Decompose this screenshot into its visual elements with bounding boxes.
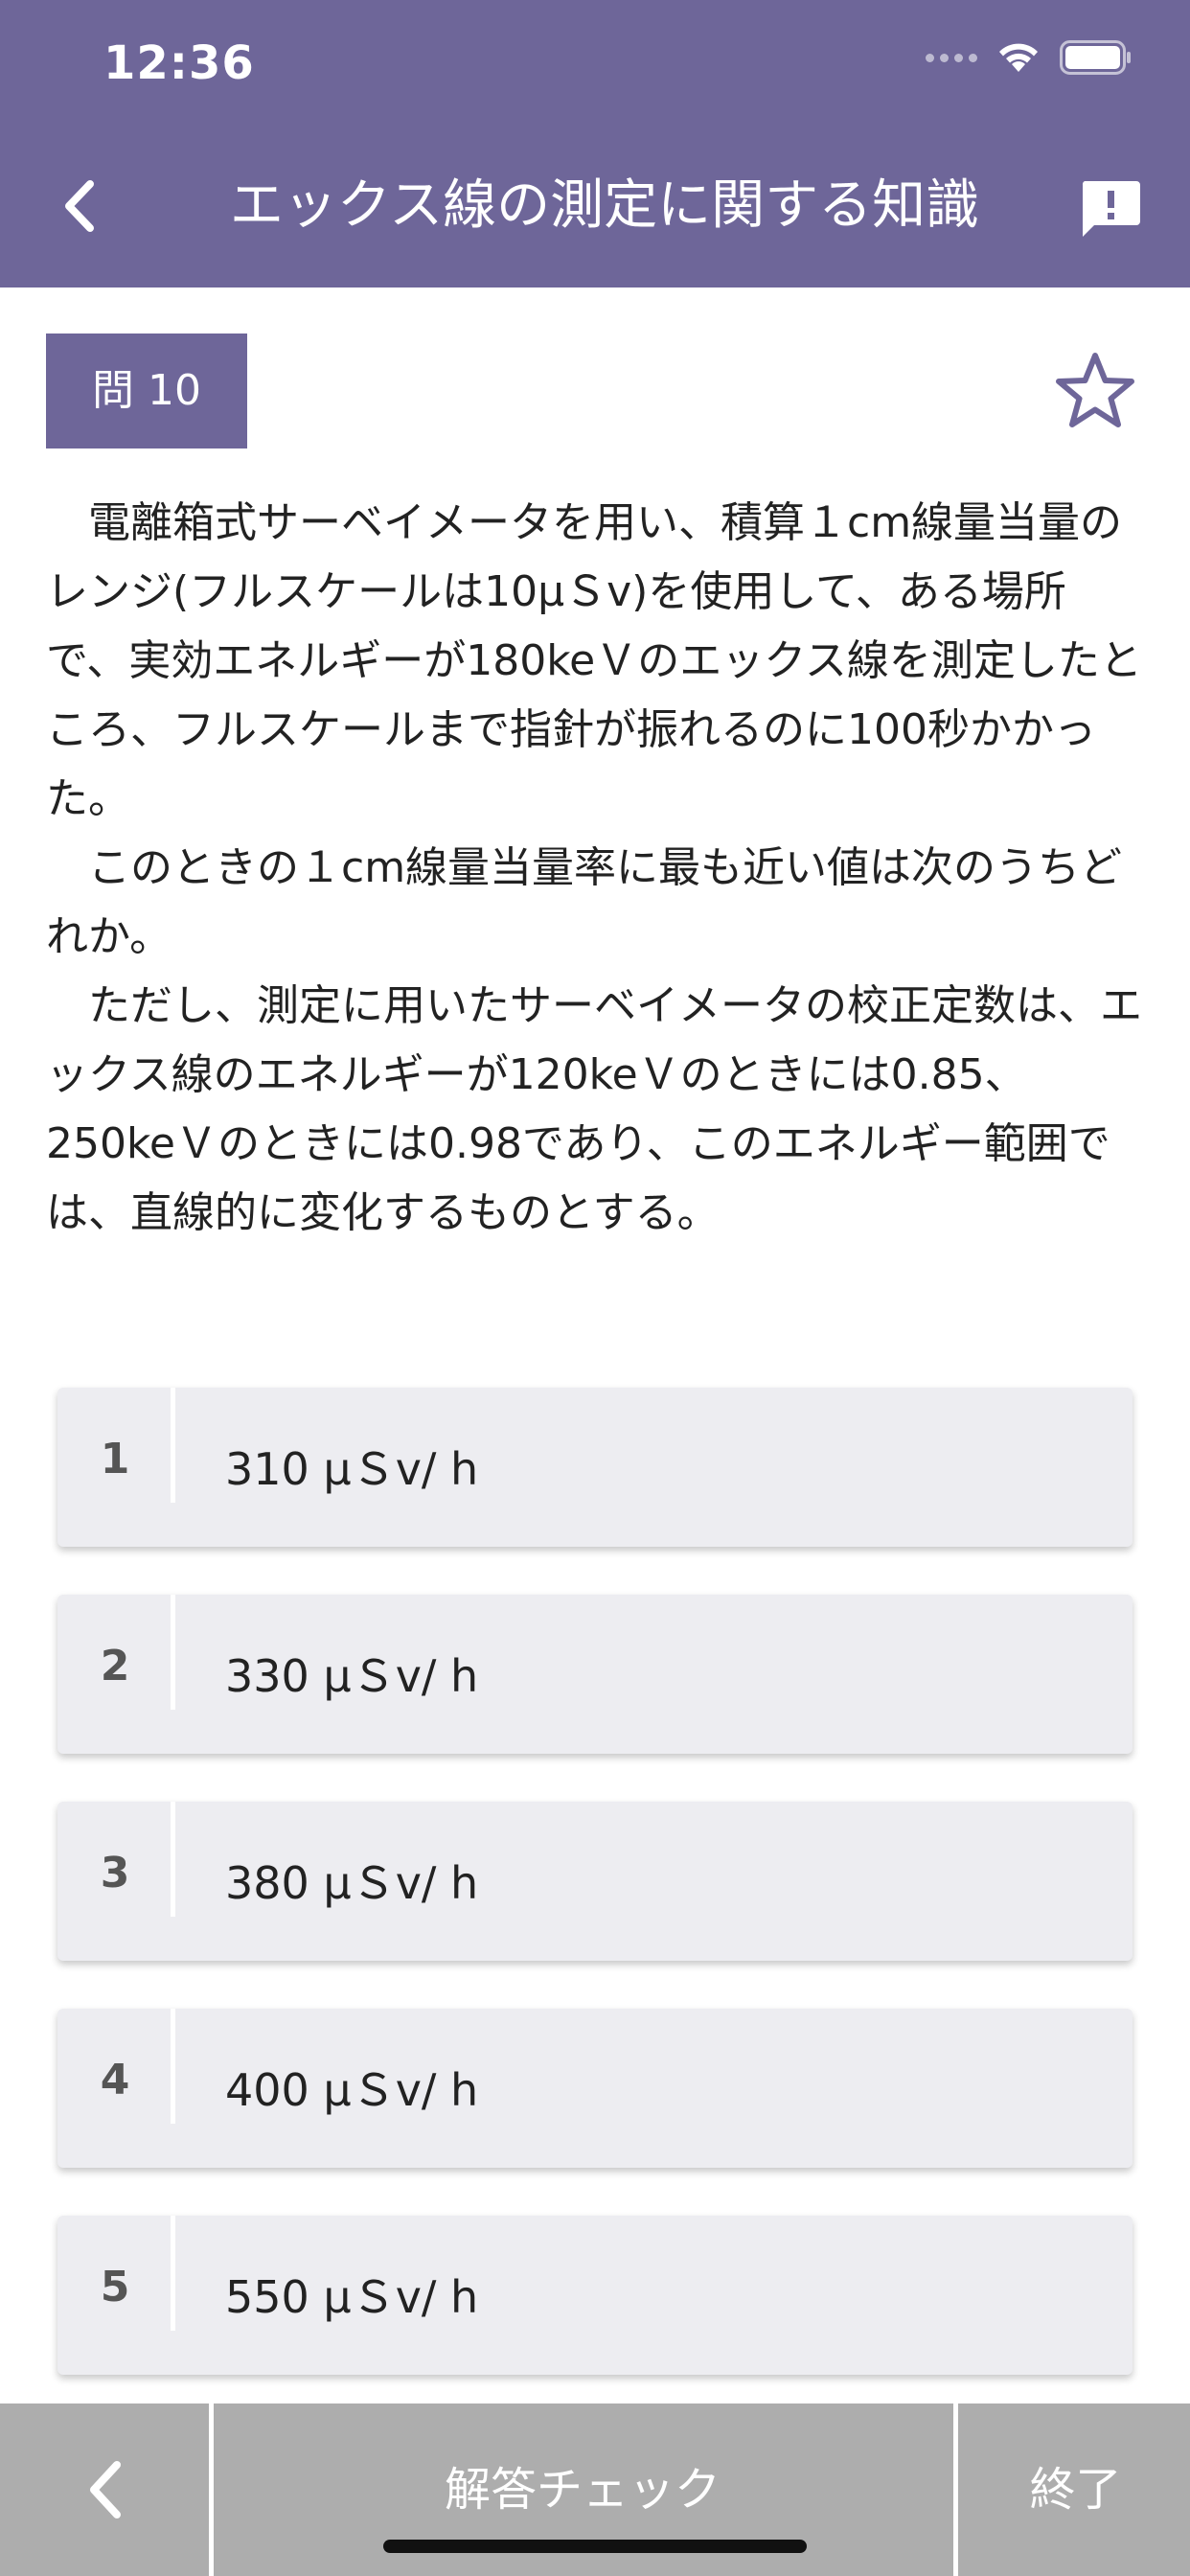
toolbar-divider (953, 2404, 958, 2576)
battery-icon (1060, 40, 1131, 75)
question-text: 電離箱式サーベイメータを用い、積算１cm線量当量のレンジ(フルスケールは10μＳ… (46, 489, 1148, 1248)
chevron-left-icon (90, 2461, 121, 2518)
question-number-badge: 問 10 (46, 334, 247, 448)
screen: 12:36 エックス線の測定に関する知識 問 10 電離箱式サーベイメータを用い… (0, 0, 1190, 2576)
chevron-left-icon (65, 180, 94, 232)
choice-divider (171, 2216, 175, 2331)
favorite-button[interactable] (1054, 350, 1136, 432)
choice-divider (171, 2009, 175, 2124)
wifi-icon (999, 43, 1038, 72)
choice-text: 550 μＳv/ h (225, 2271, 479, 2323)
question-paragraph: 電離箱式サーベイメータを用い、積算１cm線量当量のレンジ(フルスケールは10μＳ… (46, 498, 1142, 823)
question-paragraph: ただし、測定に用いたサーベイメータの校正定数は、エックス線のエネルギーが120k… (46, 981, 1142, 1237)
status-time: 12:36 (103, 36, 255, 90)
bottom-toolbar: 解答チェック 終了 (0, 2404, 1190, 2576)
report-icon (1082, 181, 1140, 237)
choice-number: 3 (100, 1849, 130, 1898)
end-button[interactable]: 終了 (961, 2404, 1190, 2576)
choice-text: 330 μＳv/ h (225, 1650, 479, 1702)
choice-divider (171, 1388, 175, 1503)
choice-number: 4 (100, 2056, 130, 2104)
page-title: エックス線の測定に関する知識 (229, 174, 980, 237)
choice-text: 400 μＳv/ h (225, 2064, 479, 2116)
app-header: 12:36 エックス線の測定に関する知識 (0, 0, 1190, 288)
answer-choice-3[interactable]: 3 380 μＳv/ h (57, 1802, 1133, 1961)
cellular-signal-icon (926, 53, 977, 62)
choice-number: 1 (100, 1435, 130, 1484)
report-button[interactable] (1079, 177, 1142, 241)
back-button[interactable] (48, 172, 115, 240)
status-indicators (926, 40, 1133, 75)
choice-text: 310 μＳv/ h (225, 1443, 479, 1495)
choice-divider (171, 1802, 175, 1917)
home-indicator (383, 2540, 807, 2553)
choice-number: 5 (100, 2263, 130, 2312)
star-outline-icon (1056, 353, 1134, 427)
choice-divider (171, 1595, 175, 1710)
answer-choice-1[interactable]: 1 310 μＳv/ h (57, 1388, 1133, 1547)
question-paragraph: このときの１cm線量当量率に最も近い値は次のうちどれか。 (46, 843, 1123, 961)
answer-choice-5[interactable]: 5 550 μＳv/ h (57, 2216, 1133, 2375)
choice-number: 2 (100, 1642, 130, 1690)
answer-choice-2[interactable]: 2 330 μＳv/ h (57, 1595, 1133, 1754)
previous-button[interactable] (0, 2404, 209, 2576)
answer-choice-4[interactable]: 4 400 μＳv/ h (57, 2009, 1133, 2168)
choice-text: 380 μＳv/ h (225, 1857, 479, 1909)
